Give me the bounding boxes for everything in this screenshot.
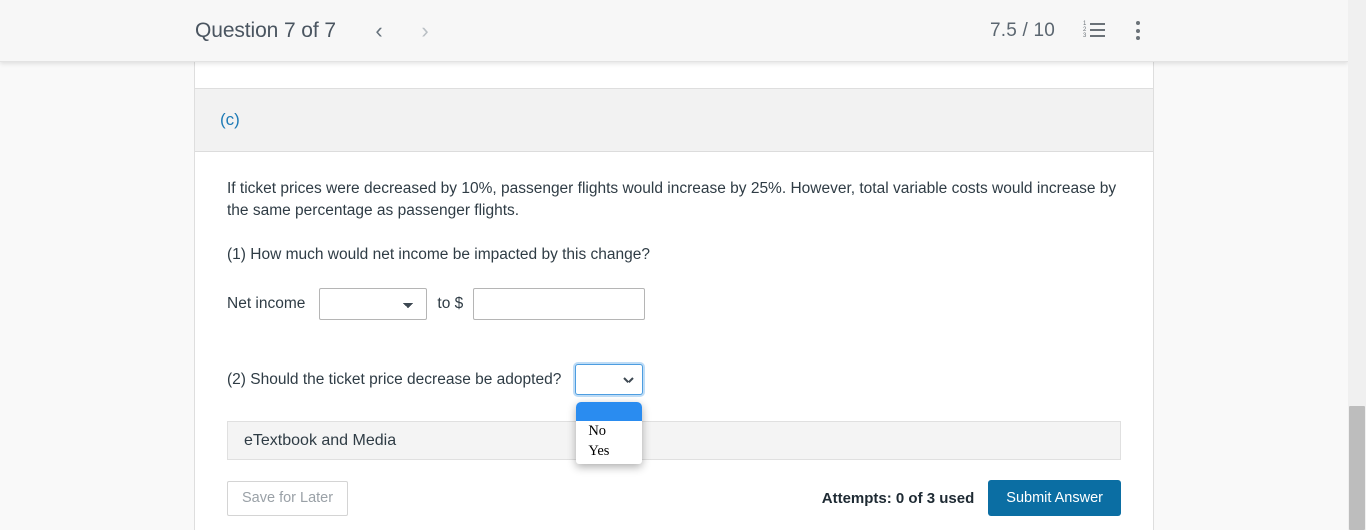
top-header-bar: Question 7 of 7 ‹ › 7.5 / 10 1 2 3 xyxy=(0,0,1348,62)
question-prompt: If ticket prices were decreased by 10%, … xyxy=(227,180,1117,219)
vertical-scrollbar-thumb[interactable] xyxy=(1349,406,1365,530)
adopt-select-option-list[interactable]: No Yes xyxy=(576,402,643,464)
chevron-down-icon xyxy=(624,377,633,383)
net-income-direction-select[interactable] xyxy=(319,288,428,320)
list-icon-digit: 3 xyxy=(1083,33,1087,39)
subquestion-1-text: (1) How much would net income be impacte… xyxy=(227,246,651,263)
more-options-button[interactable] xyxy=(1133,19,1142,42)
question-footer: Save for Later Attempts: 0 of 3 used Sub… xyxy=(227,480,1121,530)
header-right-group: 7.5 / 10 1 2 3 xyxy=(990,19,1142,42)
question-list-button[interactable]: 1 2 3 xyxy=(1081,20,1107,41)
page-title: Question 7 of 7 xyxy=(195,18,336,42)
net-income-answer-row: Net income to $ xyxy=(227,288,1121,320)
net-income-label: Net income xyxy=(227,295,306,312)
adopt-select[interactable] xyxy=(575,364,644,395)
previous-card-remnant xyxy=(194,62,1154,88)
question-body: If ticket prices were decreased by 10%, … xyxy=(195,152,1153,530)
option-item-blank[interactable] xyxy=(576,402,643,421)
etextbook-and-media-bar[interactable]: eTextbook and Media xyxy=(227,421,1121,460)
question-part-header: (c) xyxy=(195,89,1153,152)
etextbook-label: eTextbook and Media xyxy=(244,431,397,449)
next-question-button[interactable]: › xyxy=(412,18,438,44)
previous-question-button[interactable]: ‹ xyxy=(366,18,392,44)
score-display: 7.5 / 10 xyxy=(990,19,1055,41)
adopt-select-wrapper: No Yes xyxy=(575,364,644,464)
save-for-later-button[interactable]: Save for Later xyxy=(227,480,349,516)
to-dollar-label: to $ xyxy=(437,295,464,312)
part-label: (c) xyxy=(220,110,240,129)
submit-answer-button[interactable]: Submit Answer xyxy=(988,480,1121,516)
adopt-answer-row: (2) Should the ticket price decrease be … xyxy=(227,364,1121,464)
subquestion-2-text: (2) Should the ticket price decrease be … xyxy=(227,370,562,388)
vertical-scrollbar-track[interactable] xyxy=(1348,0,1366,530)
footer-right-group: Attempts: 0 of 3 used Submit Answer xyxy=(822,480,1121,516)
option-item-no[interactable]: No xyxy=(576,421,642,441)
kebab-menu-icon xyxy=(1135,21,1140,40)
net-income-amount-input[interactable] xyxy=(473,288,646,320)
attempts-counter: Attempts: 0 of 3 used xyxy=(821,489,975,507)
option-item-yes[interactable]: Yes xyxy=(576,441,642,461)
numbered-list-icon: 1 2 3 xyxy=(1083,21,1105,39)
question-navigation: ‹ › xyxy=(366,18,438,44)
question-part-card: (c) If ticket prices were decreased by 1… xyxy=(194,88,1154,530)
question-scroll-area: (c) If ticket prices were decreased by 1… xyxy=(0,62,1348,530)
